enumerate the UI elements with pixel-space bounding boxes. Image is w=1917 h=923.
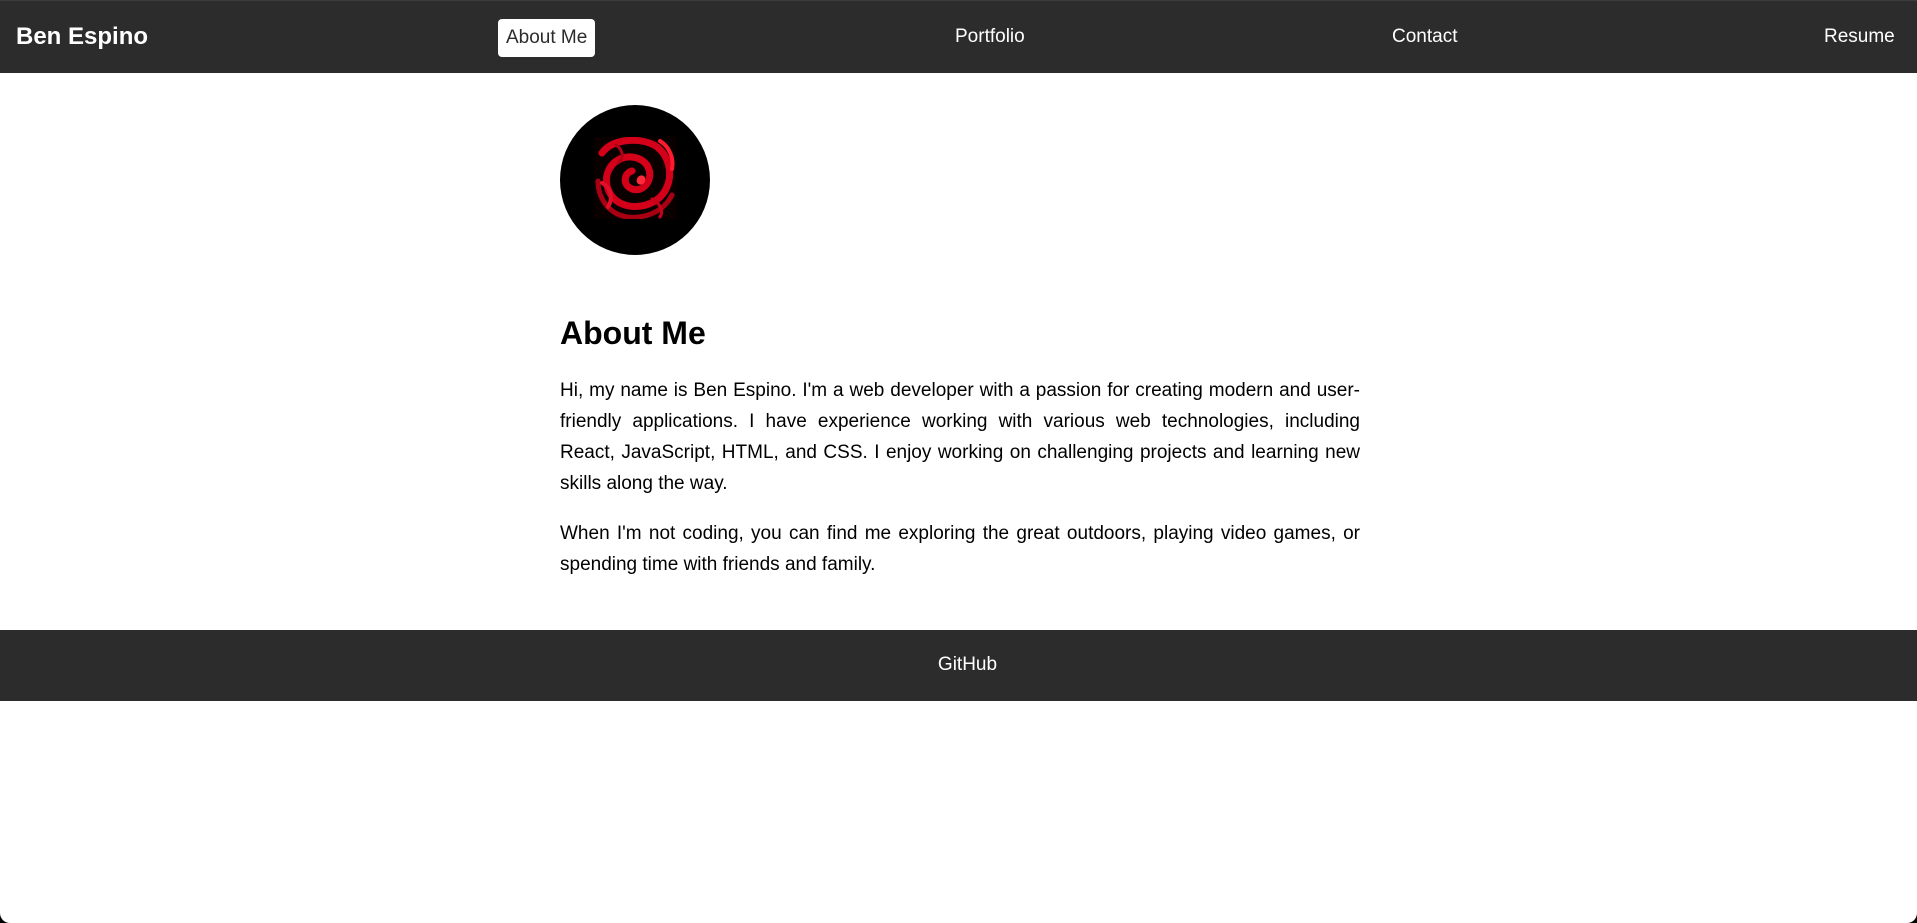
footer: GitHub [0,630,1917,701]
nav-contact[interactable]: Contact [1392,26,1457,48]
nav-resume[interactable]: Resume [1824,26,1895,48]
navbar: Ben Espino About Me Portfolio Contact Re… [0,0,1917,73]
brand-name[interactable]: Ben Espino [16,24,148,50]
red-swirl-logo-icon [594,137,676,219]
avatar [560,105,710,255]
about-paragraph-1: Hi, my name is Ben Espino. I'm a web dev… [560,380,1360,494]
about-paragraph-2: When I'm not coding, you can find me exp… [560,523,1360,575]
nav-about-me[interactable]: About Me [498,19,596,57]
about-heading: About Me [560,315,706,351]
about-section: About Me Hi, my name is Ben Espino. I'm … [560,105,1360,580]
page: Ben Espino About Me Portfolio Contact Re… [0,0,1917,923]
nav-portfolio[interactable]: Portfolio [955,26,1025,48]
github-link[interactable]: GitHub [0,654,1917,676]
